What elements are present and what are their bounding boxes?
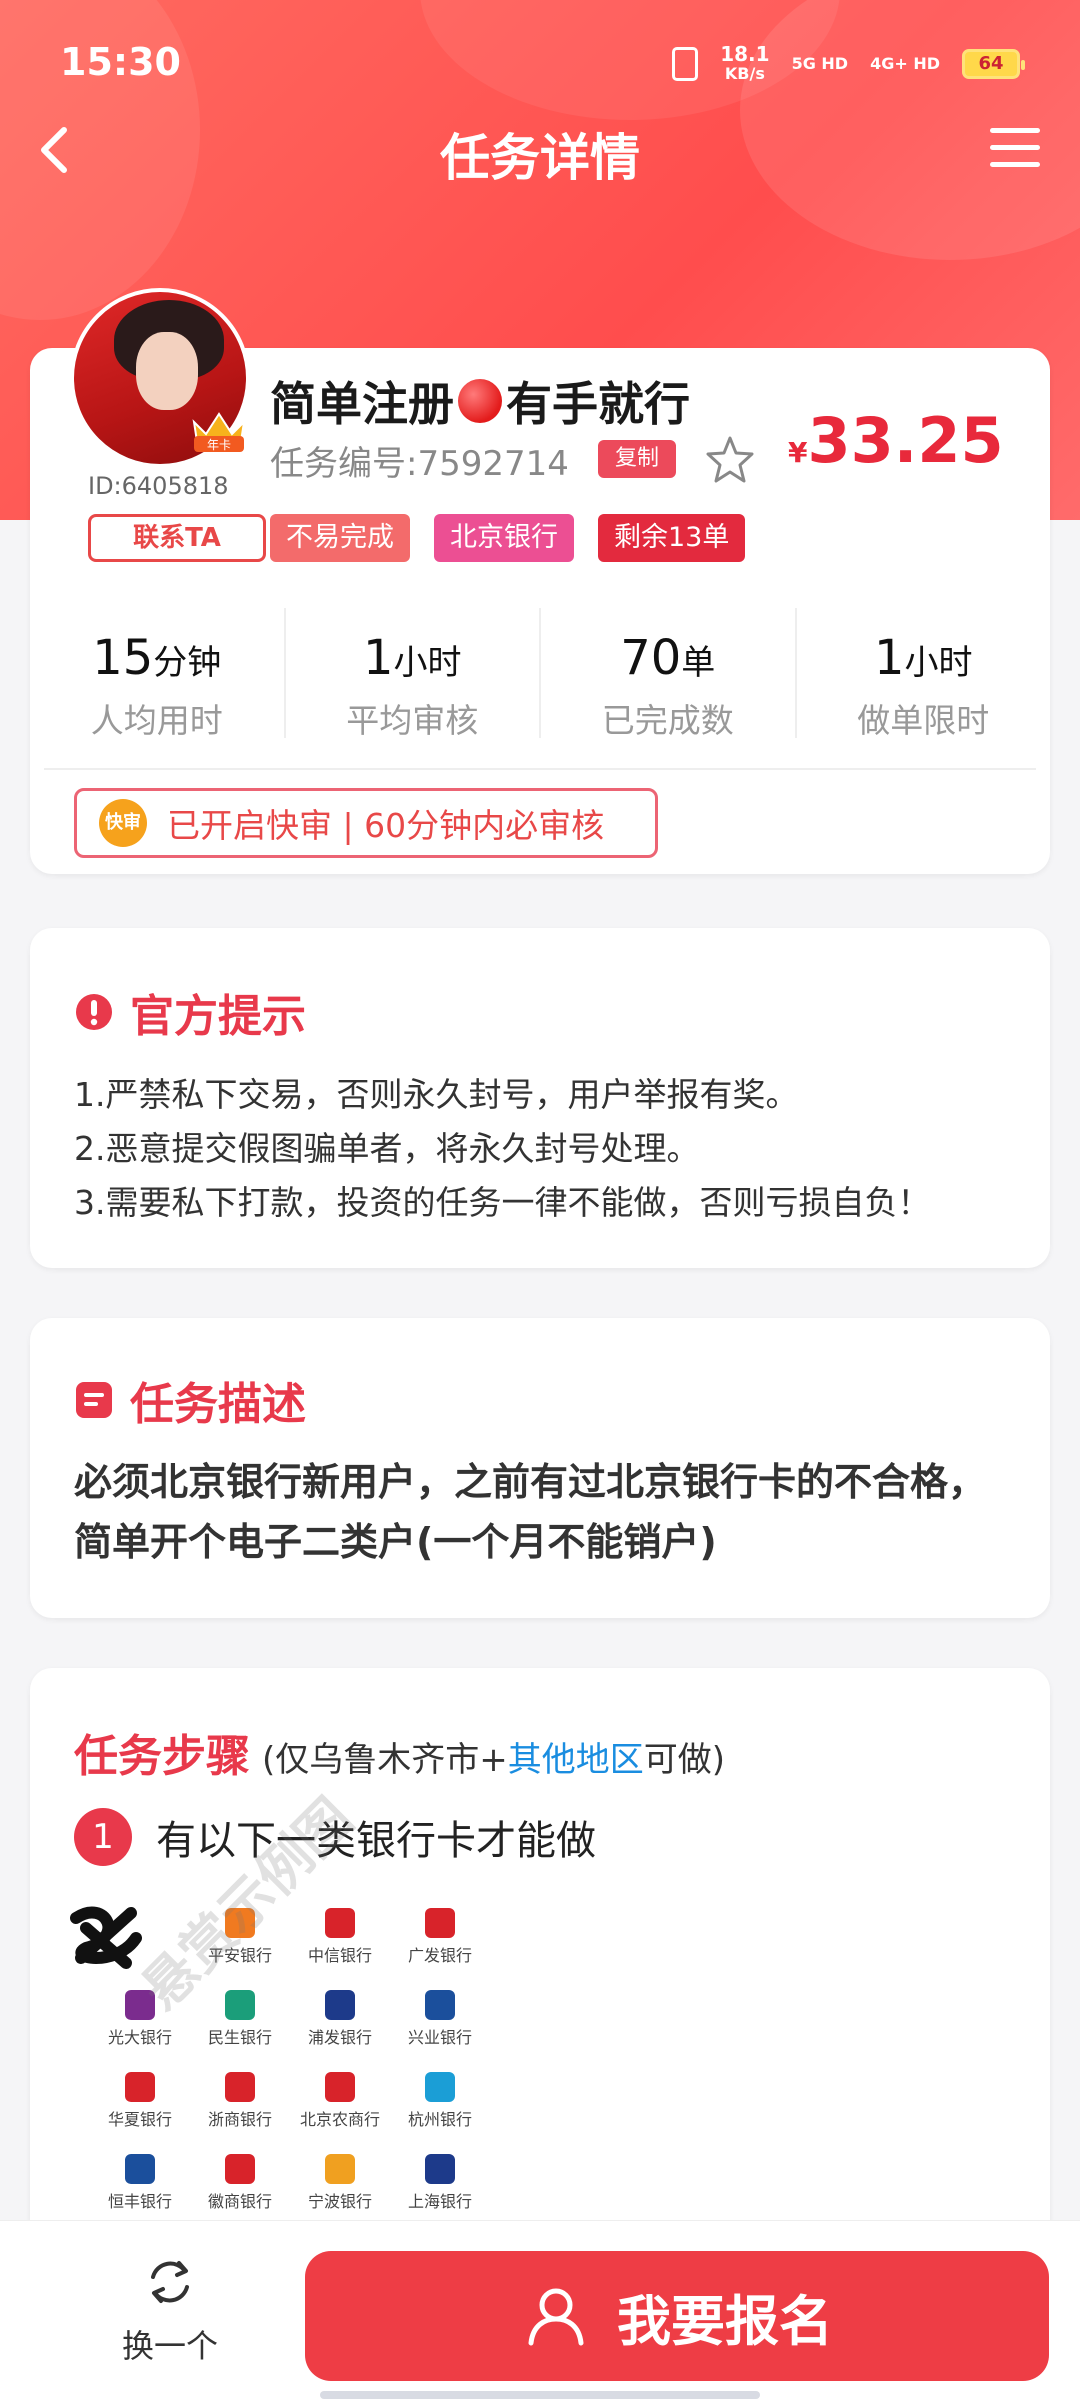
description-card: 任务描述 必须北京银行新用户，之前有过北京银行卡的不合格，简单开个电子二类户(一…	[30, 1318, 1050, 1618]
bank-logo-icon	[325, 2154, 355, 2184]
bank-item: 徽商银行	[190, 2154, 290, 2212]
warning-icon	[76, 994, 112, 1030]
stat-avg-review: 1小时 平均审核	[286, 608, 541, 740]
task-number: 任务编号:7592714	[270, 444, 569, 484]
notice-item: 3.需要私下打款，投资的任务一律不能做，否则亏损自负！	[74, 1183, 931, 1222]
step-number: 1	[74, 1808, 132, 1866]
signup-button[interactable]: 我要报名	[305, 2251, 1049, 2381]
bank-logo-icon	[225, 2154, 255, 2184]
description-heading: 任务描述	[74, 1368, 306, 1432]
bank-item: 杭州银行	[390, 2072, 490, 2130]
notice-item: 2.恶意提交假图骗单者，将永久封号处理。	[74, 1129, 700, 1168]
bank-item: 恒丰银行	[90, 2154, 190, 2212]
stat-time-limit: 1小时 做单限时	[857, 630, 990, 740]
bank-logo-icon	[125, 2072, 155, 2102]
bank-name: 恒丰银行	[107, 2192, 172, 2211]
fast-review-badge: 快审 已开启快审 | 60分钟内必审核	[74, 788, 658, 858]
user-id: ID:6405818	[88, 472, 229, 500]
bank-name: 北京农商行	[299, 2110, 380, 2129]
task-title: 简单注册 有手就行	[270, 377, 690, 431]
bank-logo-icon	[225, 2072, 255, 2102]
bank-logo-icon	[325, 1990, 355, 2020]
bank-name: 中信银行	[307, 1946, 372, 1965]
bank-logo-icon	[125, 2154, 155, 2184]
bank-name: 宁波银行	[307, 2192, 372, 2211]
bank-item: 浙商银行	[190, 2072, 290, 2130]
task-card: 年卡 ID:6405818 联系TA 简单注册 有手就行 任务编号:759271…	[30, 288, 1050, 874]
nav-bar: 任务详情	[0, 110, 1080, 190]
menu-icon[interactable]	[990, 128, 1040, 170]
bank-name: 浙商银行	[207, 2110, 272, 2129]
other-regions-link[interactable]: 其他地区	[508, 1740, 644, 1780]
bank-name: 民生银行	[207, 2028, 272, 2047]
status-bar: 15:30 18.1 KB/s 5G HD 4G+ HD 64	[0, 0, 1080, 120]
net-speed: 18.1 KB/s	[720, 42, 770, 83]
bank-logo-icon	[225, 1990, 255, 2020]
step-text: 有以下一类银行卡才能做	[156, 1818, 596, 1864]
bank-name: 上海银行	[407, 2192, 472, 2211]
stat-avg-time: 15分钟 人均用时	[30, 608, 286, 740]
task-tags: 不易完成 北京银行 剩余13单	[270, 514, 746, 562]
bank-logo-icon	[425, 1990, 455, 2020]
bank-name: 华夏银行	[107, 2110, 172, 2129]
red-dot-icon	[458, 379, 502, 423]
bank-logo-icon	[325, 2072, 355, 2102]
copy-button[interactable]: 复制	[598, 440, 676, 478]
bank-item: 宁波银行	[290, 2154, 390, 2212]
steps-region-note: (仅乌鲁木齐市+其他地区可做)	[262, 1740, 726, 1780]
bank-name: 广发银行	[407, 1946, 472, 1965]
tag-bank: 北京银行	[434, 514, 574, 562]
contact-button[interactable]: 联系TA	[88, 514, 266, 562]
bank-logo-icon	[425, 1908, 455, 1938]
bank-name: 光大银行	[107, 2028, 172, 2047]
divider	[44, 768, 1036, 770]
status-time: 15:30	[60, 40, 181, 84]
bank-item: 华夏银行	[90, 2072, 190, 2130]
bottom-action-bar: 换一个 我要报名	[0, 2220, 1080, 2408]
bank-item: 中信银行	[290, 1908, 390, 1966]
signal-5g-icon: 5G HD	[791, 54, 849, 73]
steps-card: 任务步骤 (仅乌鲁木齐市+其他地区可做) 1 有以下一类银行卡才能做 平安银行中…	[30, 1668, 1050, 2228]
page-title: 任务详情	[440, 129, 640, 187]
bank-name: 徽商银行	[207, 2192, 272, 2211]
bank-logo-icon	[325, 1908, 355, 1938]
notice-item: 1.严禁私下交易，否则永久封号，用户举报有奖。	[74, 1075, 799, 1114]
vibrate-icon	[672, 47, 699, 81]
description-text: 必须北京银行新用户，之前有过北京银行卡的不合格，简单开个电子二类户(一个月不能销…	[74, 1460, 987, 1564]
refresh-icon	[151, 2261, 189, 2303]
battery-icon: 64	[962, 49, 1025, 79]
notice-heading: 官方提示	[74, 980, 306, 1044]
tag-difficulty: 不易完成	[270, 514, 410, 562]
bank-name: 浦发银行	[307, 2028, 372, 2047]
bank-name: 杭州银行	[407, 2110, 472, 2129]
task-price: ¥33.25	[788, 404, 1004, 477]
tag-remaining: 剩余13单	[598, 514, 746, 562]
bank-logo-icon	[425, 2154, 455, 2184]
bank-item: 上海银行	[390, 2154, 490, 2212]
crown-badge-icon: 年卡	[192, 412, 246, 452]
notice-card: 官方提示 1.严禁私下交易，否则永久封号，用户举报有奖。 2.恶意提交假图骗单者…	[30, 928, 1050, 1268]
bank-item: 民生银行	[190, 1990, 290, 2048]
bank-item: 广发银行	[390, 1908, 490, 1966]
fast-review-icon: 快审	[99, 799, 147, 847]
favorite-star-icon[interactable]	[704, 434, 756, 486]
bank-name: 兴业银行	[407, 2028, 472, 2047]
bank-item: 浦发银行	[290, 1990, 390, 2048]
stat-completed: 70单 已完成数	[541, 608, 797, 740]
bank-item: 北京农商行	[290, 2072, 390, 2130]
signal-4g-icon: 4G+ HD	[870, 54, 940, 73]
home-indicator[interactable]	[320, 2391, 760, 2399]
bank-logo-icon	[425, 2072, 455, 2102]
notice-list: 1.严禁私下交易，否则永久封号，用户举报有奖。 2.恶意提交假图骗单者，将永久封…	[74, 1068, 931, 1230]
task-stats: 15分钟 人均用时 1小时 平均审核 70单 已完成数 1小时 做单限时	[30, 608, 1050, 740]
svg-text:年卡: 年卡	[207, 438, 231, 452]
document-icon	[76, 1382, 112, 1418]
steps-heading: 任务步骤 (仅乌鲁木齐市+其他地区可做)	[74, 1731, 726, 1782]
user-icon	[528, 2288, 584, 2346]
status-icons: 18.1 KB/s 5G HD 4G+ HD 64	[672, 42, 1025, 84]
switch-task-button[interactable]: 换一个	[100, 2251, 240, 2367]
bank-item: 兴业银行	[390, 1990, 490, 2048]
